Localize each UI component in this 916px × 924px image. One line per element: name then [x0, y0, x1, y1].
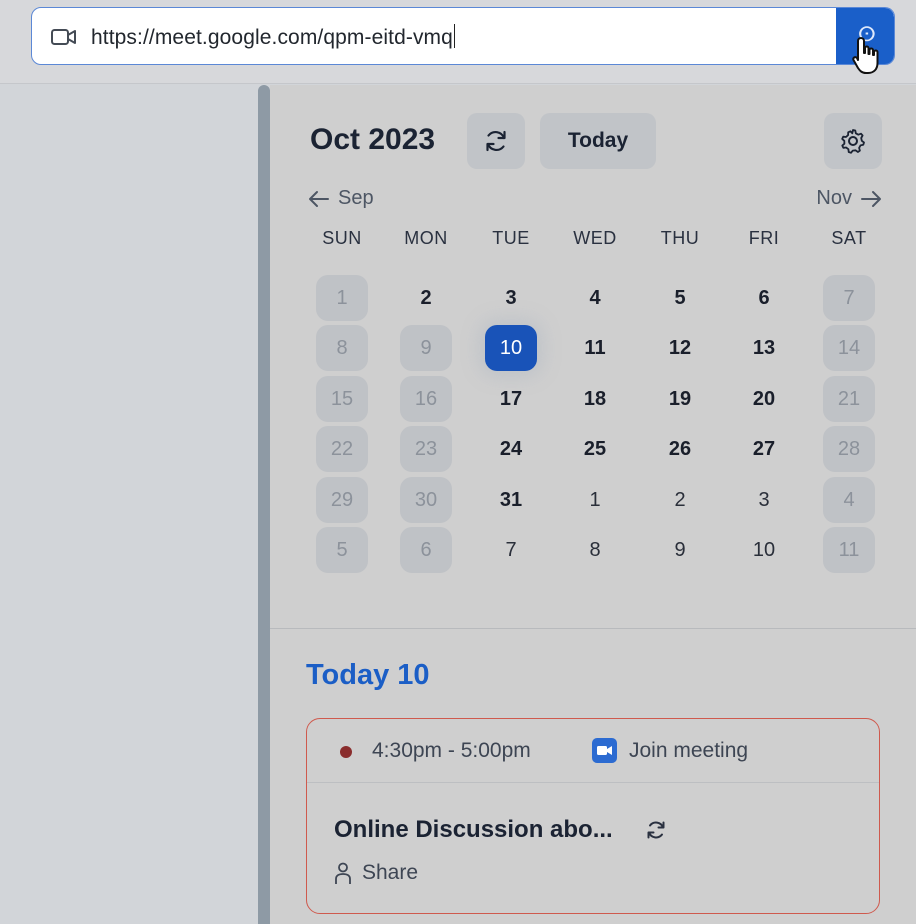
next-month-link[interactable]: Nov	[816, 187, 882, 210]
video-camera-icon	[51, 29, 76, 45]
event-title[interactable]: Online Discussion abo...	[334, 816, 613, 844]
calendar-day[interactable]: 8	[316, 325, 368, 371]
calendar-day[interactable]: 7	[823, 275, 875, 321]
top-bar: https://meet.google.com/qpm-eitd-vmq ⵙ	[0, 0, 916, 84]
arrow-left-icon	[309, 190, 329, 207]
url-input[interactable]: https://meet.google.com/qpm-eitd-vmq ⵙ	[31, 7, 895, 65]
calendar-day[interactable]: 4	[823, 477, 875, 523]
event-time: 4:30pm - 5:00pm	[372, 739, 531, 762]
person-icon	[335, 862, 351, 884]
calendar-day[interactable]: 16	[400, 376, 452, 422]
refresh-icon	[486, 130, 506, 152]
calendar-day[interactable]: 23	[400, 426, 452, 472]
calendar-day[interactable]: 29	[316, 477, 368, 523]
weekday-label: THU	[660, 228, 700, 248]
calendar-day[interactable]: 30	[400, 477, 452, 523]
url-text: https://meet.google.com/qpm-eitd-vmq	[91, 24, 456, 51]
calendar-day[interactable]: 28	[823, 426, 875, 472]
calendar-day[interactable]: 4	[569, 275, 621, 321]
hand-pointer-icon	[852, 37, 879, 74]
calendar-day[interactable]: 11	[569, 325, 621, 371]
share-button[interactable]: Share	[334, 861, 418, 885]
calendar-day[interactable]: 24	[485, 426, 537, 472]
calendar-day[interactable]: 22	[316, 426, 368, 472]
calendar-day[interactable]: 17	[485, 376, 537, 422]
calendar-day[interactable]: 1	[316, 275, 368, 321]
weekday-label: TUE	[492, 228, 530, 248]
calendar-day[interactable]: 25	[569, 426, 621, 472]
weekday-label: SUN	[322, 228, 362, 248]
calendar-day[interactable]: 12	[654, 325, 706, 371]
calendar-day[interactable]: 11	[823, 527, 875, 573]
calendar-day[interactable]: 26	[654, 426, 706, 472]
calendar-day[interactable]: 13	[738, 325, 790, 371]
video-call-icon	[592, 738, 617, 763]
calendar-day-next-month[interactable]: 7	[485, 527, 537, 573]
calendar-day-next-month[interactable]: 8	[569, 527, 621, 573]
gear-icon	[841, 129, 865, 154]
prev-month-link[interactable]: Sep	[308, 187, 374, 210]
settings-button[interactable]	[824, 113, 882, 169]
calendar-day[interactable]: 21	[823, 376, 875, 422]
section-divider	[270, 628, 916, 629]
today-button[interactable]: Today	[540, 113, 656, 169]
text-caret	[453, 24, 456, 48]
event-card[interactable]: 4:30pm - 5:00pm Join meeting Online Disc…	[306, 718, 880, 914]
calendar-day-next-month[interactable]: 10	[738, 527, 790, 573]
calendar-day[interactable]: 31	[485, 477, 537, 523]
arrow-right-icon	[861, 190, 881, 207]
left-pane	[0, 85, 258, 924]
join-meeting-link[interactable]: Join meeting	[629, 739, 748, 763]
next-month-label: Nov	[816, 187, 852, 209]
recurring-icon	[647, 821, 665, 839]
calendar-day[interactable]: 6	[738, 275, 790, 321]
calendar-day[interactable]: 20	[738, 376, 790, 422]
calendar-day[interactable]: 19	[654, 376, 706, 422]
calendar-day-next-month[interactable]: 9	[654, 527, 706, 573]
weekday-label: FRI	[748, 228, 780, 248]
weekday-label: MON	[404, 228, 448, 248]
weekday-label: WED	[573, 228, 617, 248]
calendar-day[interactable]: 2	[400, 275, 452, 321]
prev-month-label: Sep	[338, 187, 374, 209]
calendar-day[interactable]: 15	[316, 376, 368, 422]
calendar-day[interactable]: 27	[738, 426, 790, 472]
calendar-day-next-month[interactable]: 1	[569, 477, 621, 523]
calendar-day[interactable]: 18	[569, 376, 621, 422]
calendar-day-selected[interactable]: 10	[485, 325, 537, 371]
calendar-day[interactable]: 14	[823, 325, 875, 371]
calendar-day-next-month[interactable]: 2	[654, 477, 706, 523]
event-color-dot	[340, 746, 352, 758]
calendar-day[interactable]: 6	[400, 527, 452, 573]
calendar-day[interactable]: 3	[485, 275, 537, 321]
month-title: Oct 2023	[310, 123, 436, 156]
calendar-day[interactable]: 5	[316, 527, 368, 573]
calendar-day[interactable]: 9	[400, 325, 452, 371]
panel-edge	[258, 85, 270, 924]
calendar-panel: Oct 2023 Today Sep Nov SUN MON TUE WED T…	[270, 85, 916, 924]
weekday-label: SAT	[831, 228, 867, 248]
event-header: 4:30pm - 5:00pm Join meeting	[307, 719, 879, 783]
share-label: Share	[362, 861, 419, 884]
calendar-day-next-month[interactable]: 3	[738, 477, 790, 523]
calendar-day[interactable]: 5	[654, 275, 706, 321]
refresh-button[interactable]	[467, 113, 525, 169]
agenda-heading: Today 10	[306, 659, 430, 691]
